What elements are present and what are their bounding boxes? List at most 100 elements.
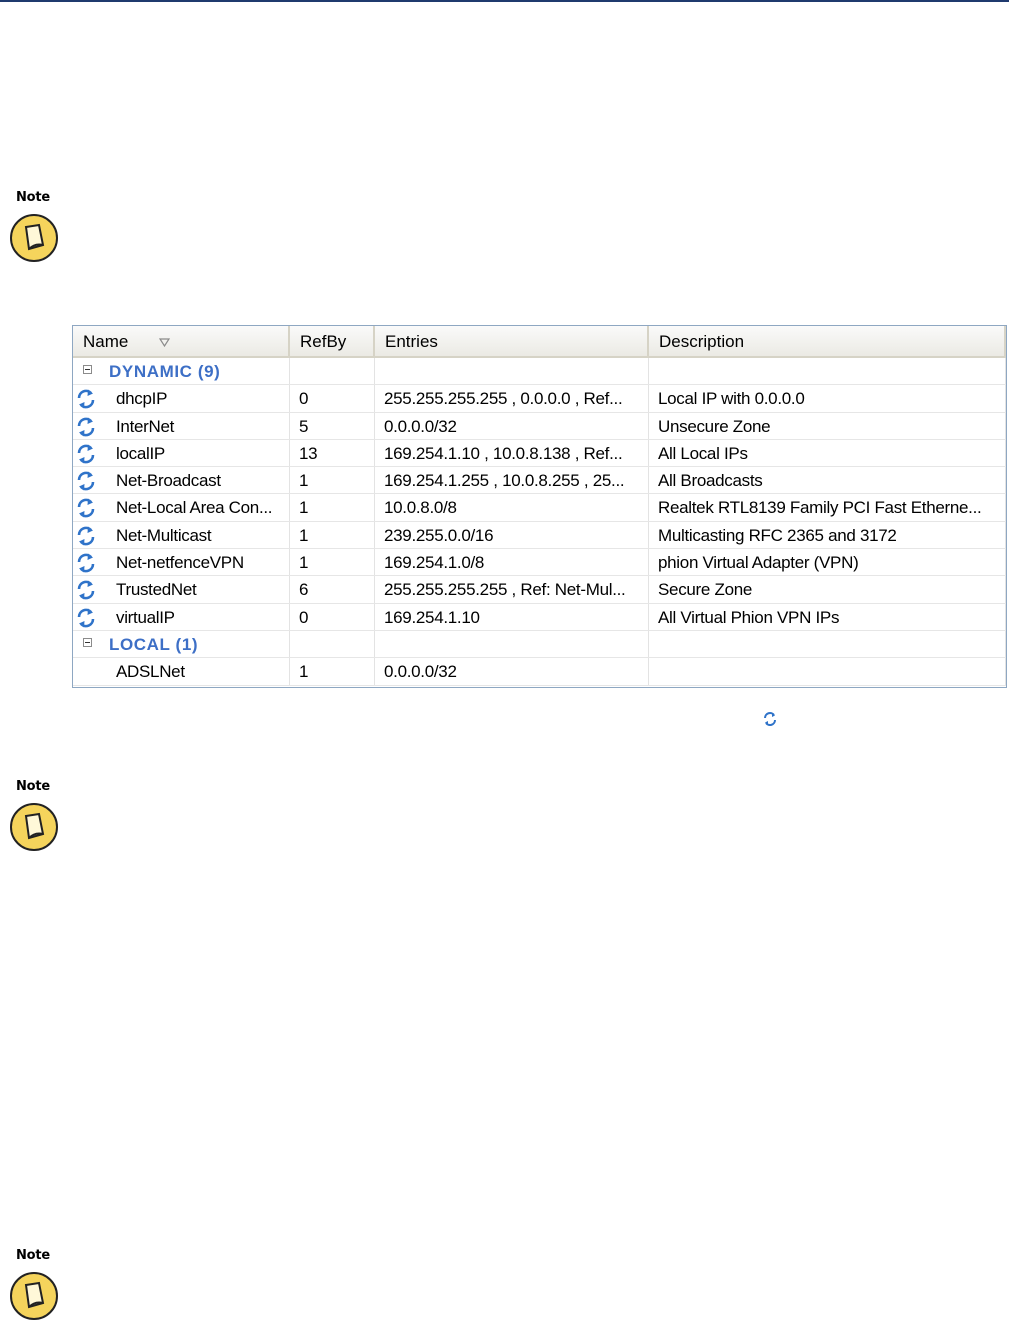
cell-name: virtualIP <box>73 603 290 630</box>
cell-entries: 239.255.0.0/16 <box>375 521 649 549</box>
cell-refby: 1 <box>290 549 375 576</box>
object-name: virtualIP <box>116 607 175 627</box>
cell-name: Net-netfenceVPN <box>73 549 290 576</box>
object-name: Net-Multicast <box>116 525 212 545</box>
empty-cell <box>375 630 649 658</box>
cell-name: Net-Local Area Con... <box>73 494 290 521</box>
note-label: Note <box>16 190 51 205</box>
table-row[interactable]: Net-netfenceVPN 1 169.254.1.0/8 phion Virtu… <box>73 549 1006 577</box>
table-row[interactable]: Net-Multicast 1 239.255.0.0/16 Multicasting… <box>73 521 1006 550</box>
table-row[interactable]: dhcpIP 0 255.255.255.255 , 0.0.0.0 , Ref..… <box>73 385 1006 413</box>
object-name: Net-Broadcast <box>116 471 221 491</box>
empty-cell <box>375 358 649 385</box>
cell-description: Multicasting RFC 2365 and 3172 <box>649 521 1006 549</box>
sort-descending-icon <box>159 338 170 347</box>
network-objects-table: Name RefBy Entries Description DYNAMIC (… <box>72 325 1007 688</box>
cell-entries: 0.0.0.0/32 <box>375 412 649 439</box>
cell-refby: 1 <box>290 658 375 685</box>
cell-description: All Virtual Phion VPN IPs <box>649 603 1006 630</box>
table-row[interactable]: Net-Broadcast 1 169.254.1.255 , 10.0.8.255… <box>73 467 1006 495</box>
column-header-label: Entries <box>385 332 438 351</box>
cell-name: dhcpIP <box>73 385 290 412</box>
cell-entries: 169.254.1.10 <box>375 603 649 630</box>
note-callout: Note <box>9 1248 69 1321</box>
refresh-arrows-icon <box>77 389 95 409</box>
object-name: InterNet <box>116 416 175 436</box>
empty-cell <box>649 358 1006 385</box>
table-row[interactable]: localIP 13 169.254.1.10 , 10.0.8.138 , Ref… <box>73 439 1006 468</box>
cell-description: Realtek RTL8139 Family PCI Fast Etherne.… <box>649 494 1006 521</box>
cell-name: InterNet <box>73 412 290 439</box>
cell-description: All Broadcasts <box>649 467 1006 494</box>
group-row[interactable]: DYNAMIC (9) <box>73 358 1006 386</box>
note-pad-icon <box>10 1272 58 1320</box>
cell-name: localIP <box>73 439 290 467</box>
cell-refby: 1 <box>290 521 375 549</box>
column-header-entries[interactable]: Entries <box>375 326 649 356</box>
note-pad-icon <box>10 214 58 262</box>
cell-refby: 1 <box>290 467 375 494</box>
cell-entries: 169.254.1.10 , 10.0.8.138 , Ref... <box>375 439 649 467</box>
column-header-name[interactable]: Name <box>73 326 290 356</box>
cell-name: Net-Multicast <box>73 521 290 549</box>
table-row[interactable]: TrustedNet 6 255.255.255.255 , Ref: Net-Mu… <box>73 576 1006 604</box>
refresh-arrows-icon <box>77 498 95 518</box>
cell-entries: 169.254.1.255 , 10.0.8.255 , 25... <box>375 467 649 494</box>
object-name: ADSLNet <box>116 662 185 682</box>
cell-description: All Local IPs <box>649 439 1006 467</box>
note-label: Note <box>16 1248 51 1263</box>
empty-cell <box>649 630 1006 658</box>
cell-name: Net-Broadcast <box>73 467 290 494</box>
cell-refby: 0 <box>290 385 375 412</box>
cell-entries: 169.254.1.0/8 <box>375 549 649 576</box>
note-pad-icon <box>10 803 58 851</box>
cell-refby: 0 <box>290 603 375 630</box>
cell-entries: 0.0.0.0/32 <box>375 658 649 685</box>
object-name: localIP <box>116 443 165 463</box>
refresh-arrows-icon <box>77 580 95 600</box>
cell-description: Unsecure Zone <box>649 412 1006 439</box>
table-row[interactable]: InterNet 5 0.0.0.0/32 Unsecure Zone <box>73 412 1006 440</box>
note-label: Note <box>16 779 51 794</box>
empty-cell <box>290 358 375 385</box>
collapse-minus-icon[interactable] <box>83 365 92 374</box>
refresh-arrows-icon <box>77 526 95 546</box>
refresh-arrows-icon <box>77 608 95 628</box>
table-row[interactable]: Net-Local Area Con... 1 10.0.8.0/8 Realtek … <box>73 494 1006 522</box>
column-header-label: Description <box>659 332 745 351</box>
cell-description: Secure Zone <box>649 576 1006 603</box>
cell-entries: 255.255.255.255 , 0.0.0.0 , Ref... <box>375 385 649 412</box>
object-name: dhcpIP <box>116 389 168 409</box>
column-header-description[interactable]: Description <box>649 326 1006 356</box>
refresh-arrows-icon <box>77 444 95 464</box>
cell-entries: 10.0.8.0/8 <box>375 494 649 521</box>
group-row[interactable]: LOCAL (1) <box>73 630 1006 659</box>
empty-cell <box>290 630 375 658</box>
column-header-label: RefBy <box>300 332 347 351</box>
cell-description: phion Virtual Adapter (VPN) <box>649 549 1006 576</box>
cell-entries: 255.255.255.255 , Ref: Net-Mul... <box>375 576 649 603</box>
object-name: Net-netfenceVPN <box>116 553 244 573</box>
refresh-arrows-icon <box>764 712 776 726</box>
table-body: DYNAMIC (9) dhcpIP 0 255.255.255.255 , 0.0.… <box>73 358 1006 686</box>
cell-refby: 1 <box>290 494 375 521</box>
table-row[interactable]: virtualIP 0 169.254.1.10 All Virtual Phion … <box>73 603 1006 631</box>
column-header-label: Name <box>83 332 129 351</box>
cell-refby: 5 <box>290 412 375 439</box>
header-rule <box>0 0 1009 2</box>
cell-description: Local IP with 0.0.0.0 <box>649 385 1006 412</box>
group-title: LOCAL (1) <box>109 634 199 654</box>
cell-description <box>649 658 1006 685</box>
collapse-minus-icon[interactable] <box>83 637 92 647</box>
object-name: TrustedNet <box>116 580 197 600</box>
cell-name: TrustedNet <box>73 576 290 603</box>
column-header-refby[interactable]: RefBy <box>290 326 375 356</box>
group-cell: DYNAMIC (9) <box>73 358 290 385</box>
group-title: DYNAMIC (9) <box>109 362 221 381</box>
refresh-arrows-icon <box>77 417 95 437</box>
note-callout: Note <box>9 779 69 852</box>
group-cell: LOCAL (1) <box>73 630 290 658</box>
object-name: Net-Local Area Con... <box>116 498 273 518</box>
table-row[interactable]: ADSLNet 1 0.0.0.0/32 <box>73 658 1006 686</box>
refresh-arrows-icon <box>77 553 95 573</box>
